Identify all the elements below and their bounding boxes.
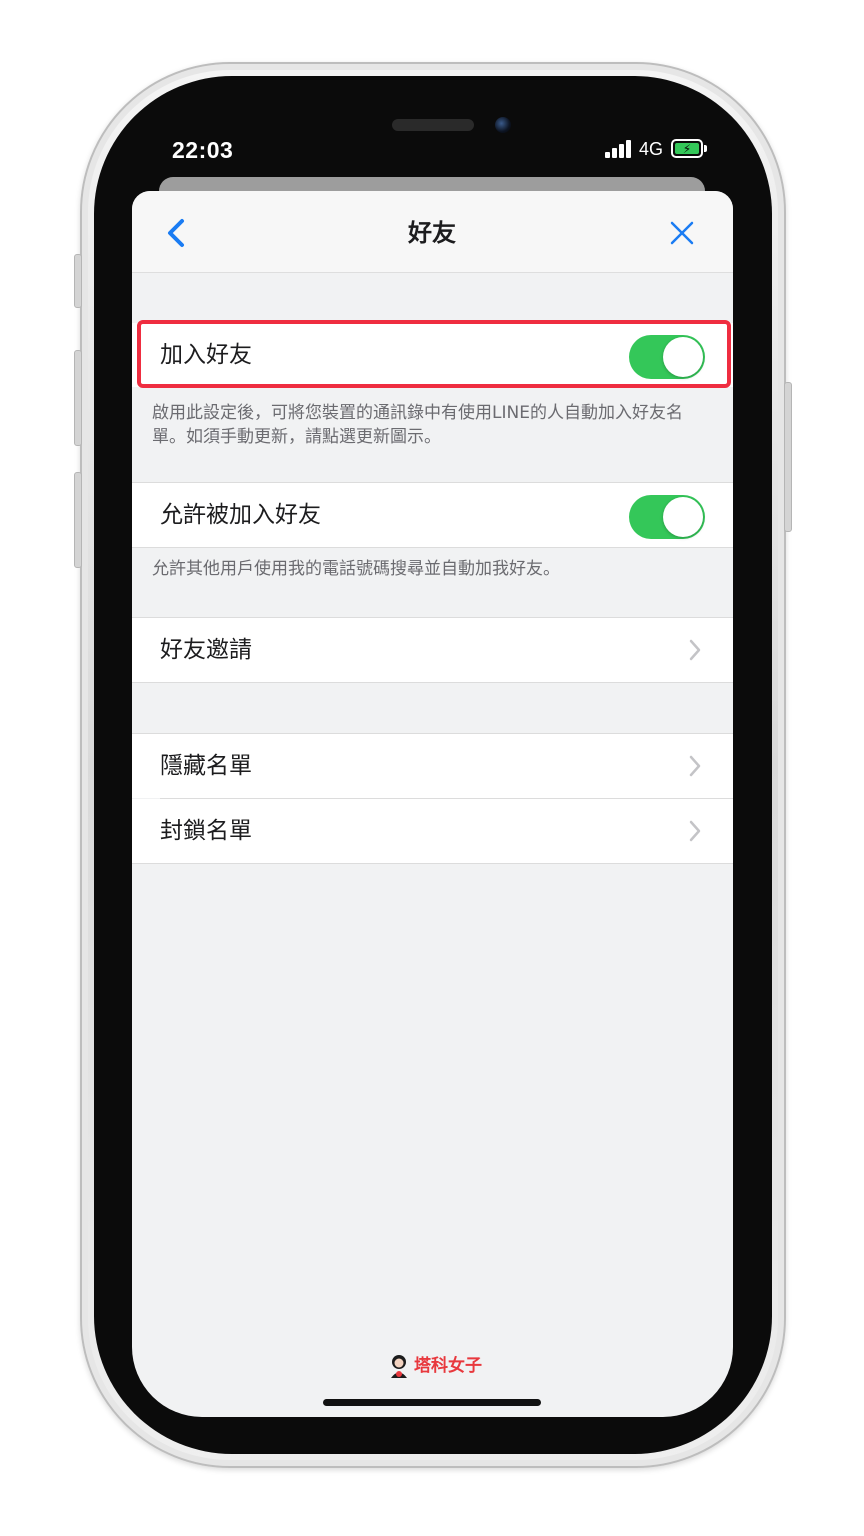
back-button[interactable] <box>158 213 198 253</box>
blocked-list-row[interactable]: 封鎖名單 <box>132 799 733 863</box>
power-button <box>784 382 792 532</box>
chevron-right-icon <box>689 639 701 661</box>
front-camera-icon <box>495 117 511 133</box>
blocked-list-label: 封鎖名單 <box>160 818 252 844</box>
cellular-signal-icon <box>605 140 635 158</box>
silent-switch <box>74 254 82 308</box>
speaker-grille <box>392 119 474 131</box>
allow-added-toggle[interactable] <box>629 495 705 539</box>
friend-requests-label: 好友邀請 <box>160 637 252 663</box>
status-time: 22:03 <box>172 137 234 163</box>
toggle-knob <box>663 497 703 537</box>
chevron-right-icon <box>689 755 701 777</box>
close-icon <box>670 221 694 245</box>
hidden-list-row[interactable]: 隱藏名單 <box>132 734 733 798</box>
battery-charging-icon: ⚡ <box>671 139 703 158</box>
chevron-left-icon <box>168 219 184 247</box>
navigation-bar: 好友 <box>132 191 733 273</box>
volume-down-button <box>74 472 82 568</box>
divider <box>132 863 733 864</box>
chevron-right-icon <box>689 820 701 842</box>
network-type: 4G <box>639 139 664 159</box>
home-indicator[interactable] <box>323 1399 541 1406</box>
friend-requests-row[interactable]: 好友邀請 <box>132 618 733 682</box>
allow-added-row: 允許被加入好友 <box>132 483 733 547</box>
allow-added-description: 允許其他用戶使用我的電話號碼搜尋並自動加我好友。 <box>152 559 560 579</box>
battery-tip <box>704 145 707 152</box>
hidden-list-label: 隱藏名單 <box>160 753 252 779</box>
watermark-avatar-icon <box>391 1355 407 1378</box>
divider <box>132 547 733 548</box>
close-button[interactable] <box>664 215 700 251</box>
allow-added-label: 允許被加入好友 <box>160 502 321 528</box>
page-title: 好友 <box>408 219 456 247</box>
highlight-annotation <box>137 320 731 388</box>
watermark: 塔科女子 <box>388 1352 498 1380</box>
watermark-text: 塔科女子 <box>414 1356 482 1376</box>
volume-up-button <box>74 350 82 446</box>
divider <box>132 682 733 683</box>
add-friends-description: 啟用此設定後，可將您裝置的通訊錄中有使用LINE的人自動加入好友名單。如須手動更… <box>152 403 683 447</box>
